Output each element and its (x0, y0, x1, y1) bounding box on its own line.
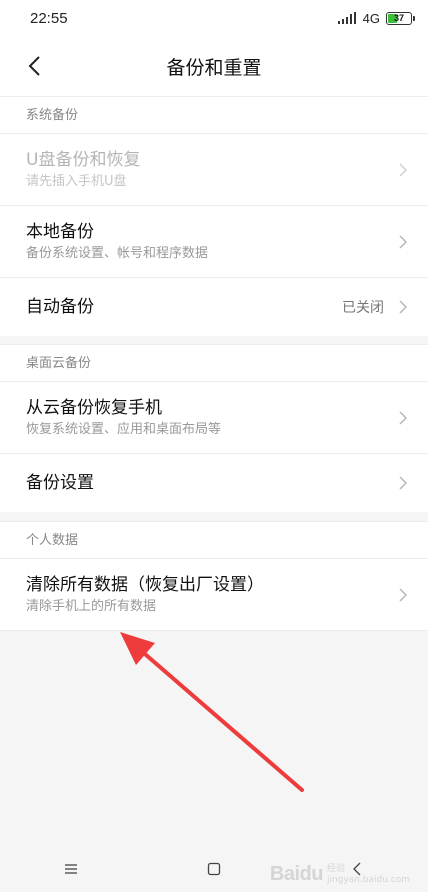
section-title: 个人数据 (0, 521, 428, 559)
chevron-left-icon (28, 56, 40, 76)
baidu-watermark: Baidu 经验 jingyan.baidu.com (270, 863, 410, 886)
chevron-right-icon (399, 234, 408, 249)
network-type: 4G (362, 10, 380, 26)
screen: 22:55 4G 37 备份和重置 系统备份 U盘备份和恢复 请先插入手机U盘 … (0, 0, 428, 892)
item-local-backup[interactable]: 本地备份 备份系统设置、帐号和程序数据 (0, 206, 428, 278)
chevron-right-icon (399, 587, 408, 602)
watermark-logo: Baidu (269, 863, 324, 885)
home-icon (207, 862, 221, 876)
chevron-right-icon (399, 410, 408, 425)
item-title: 清除所有数据（恢复出厂设置） (26, 574, 264, 595)
item-subtitle: 请先插入手机U盘 (26, 173, 127, 189)
chevron-right-icon (399, 300, 408, 314)
nav-home-button[interactable] (184, 849, 244, 889)
battery-icon: 37 (386, 11, 415, 25)
status-bar: 22:55 4G 37 (0, 0, 428, 36)
item-subtitle: 备份系统设置、帐号和程序数据 (26, 245, 209, 261)
menu-icon (65, 864, 78, 874)
item-subtitle: 清除手机上的所有数据 (26, 598, 157, 614)
section-cloud-backup: 桌面云备份 从云备份恢复手机 恢复系统设置、应用和桌面布局等 备份设置 (0, 344, 428, 512)
battery-level: 37 (393, 12, 404, 23)
item-subtitle: 恢复系统设置、应用和桌面布局等 (26, 421, 222, 437)
item-value: 已关闭 (342, 300, 384, 316)
nav-menu-button[interactable] (41, 849, 101, 889)
item-title: U盘备份和恢复 (26, 149, 141, 170)
item-factory-reset[interactable]: 清除所有数据（恢复出厂设置） 清除手机上的所有数据 (0, 559, 428, 631)
item-backup-settings[interactable]: 备份设置 (0, 454, 428, 512)
signal-icon (337, 12, 356, 24)
watermark-line1: 经验 (326, 864, 345, 874)
watermark-text: 经验 jingyan.baidu.com (327, 864, 410, 886)
section-personal-data: 个人数据 清除所有数据（恢复出厂设置） 清除手机上的所有数据 (0, 521, 428, 631)
item-title: 本地备份 (26, 221, 94, 242)
item-title: 自动备份 (26, 297, 94, 317)
item-title: 备份设置 (26, 473, 94, 493)
watermark-line2: jingyan.baidu.com (326, 875, 410, 885)
item-title: 从云备份恢复手机 (26, 397, 162, 418)
chevron-right-icon (399, 476, 408, 490)
section-title: 系统备份 (0, 96, 428, 134)
status-indicators: 4G 37 (337, 10, 415, 26)
section-system-backup: 系统备份 U盘备份和恢复 请先插入手机U盘 本地备份 备份系统设置、帐号和程序数… (0, 96, 428, 336)
page-title: 备份和重置 (166, 56, 262, 79)
section-title: 桌面云备份 (0, 344, 428, 382)
back-button[interactable] (16, 48, 52, 84)
status-time: 22:55 (30, 9, 68, 27)
chevron-right-icon (399, 162, 408, 177)
item-restore-from-cloud[interactable]: 从云备份恢复手机 恢复系统设置、应用和桌面布局等 (0, 382, 428, 454)
item-auto-backup[interactable]: 自动备份 已关闭 (0, 278, 428, 336)
app-header: 备份和重置 (0, 36, 428, 96)
item-usb-backup[interactable]: U盘备份和恢复 请先插入手机U盘 (0, 134, 428, 206)
